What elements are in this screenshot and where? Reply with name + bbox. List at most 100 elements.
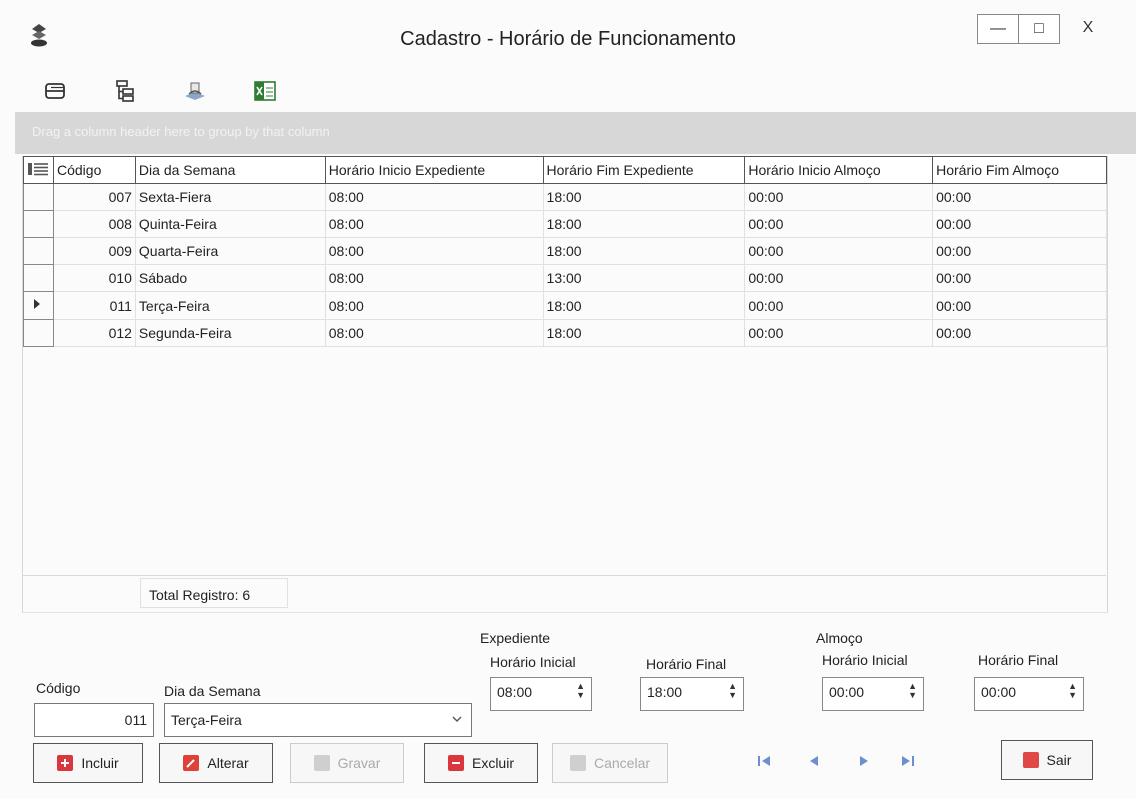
grid-icon[interactable] — [40, 76, 70, 106]
incluir-label: Incluir — [81, 755, 119, 771]
table-row[interactable]: 008 Quinta-Feira 08:00 18:00 00:00 00:00 — [23, 210, 1107, 238]
cell-codigo: 009 — [52, 237, 136, 265]
maximize-button[interactable]: □ — [1019, 14, 1060, 44]
cell-fim-expediente: 18:00 — [542, 237, 746, 265]
cell-fim-expediente: 18:00 — [542, 183, 746, 211]
window-title: Cadastro - Horário de Funcionamento — [400, 28, 736, 50]
alterar-label: Alterar — [207, 755, 249, 771]
cell-inicio-almoco: 00:00 — [744, 210, 934, 238]
table-row[interactable]: 012 Segunda-Feira 08:00 18:00 00:00 00:0… — [23, 319, 1107, 347]
table-row[interactable]: 010 Sábado 08:00 13:00 00:00 00:00 — [23, 264, 1107, 292]
cell-fim-almoco: 00:00 — [932, 319, 1107, 347]
data-grid[interactable]: Código Dia da Semana Horário Inicio Expe… — [22, 156, 1108, 613]
column-header-inicio-expediente[interactable]: Horário Inicio Expediente — [324, 156, 544, 184]
alterar-button[interactable]: Alterar — [159, 743, 273, 783]
cell-inicio-expediente: 08:00 — [324, 319, 544, 347]
column-header-fim-almoco[interactable]: Horário Fim Almoço — [932, 156, 1107, 184]
plus-icon — [57, 755, 74, 771]
grid-header-row: Código Dia da Semana Horário Inicio Expe… — [23, 156, 1107, 184]
cancel-icon — [569, 755, 586, 771]
cell-fim-expediente: 18:00 — [542, 291, 746, 320]
dia-semana-value: Terça-Feira — [171, 712, 242, 728]
cell-fim-almoco: 00:00 — [932, 237, 1107, 265]
column-chooser-icon[interactable] — [23, 156, 54, 184]
codigo-value: 011 — [124, 712, 147, 728]
gravar-button[interactable]: Gravar — [290, 743, 404, 783]
column-header-codigo[interactable]: Código — [52, 156, 136, 184]
cancelar-button[interactable]: Cancelar — [552, 743, 668, 783]
alm-horario-final-value: 00:00 — [981, 684, 1017, 700]
toolbar — [40, 74, 280, 108]
cell-dia: Sexta-Fiera — [134, 183, 326, 211]
previous-record-icon[interactable] — [806, 754, 822, 771]
column-header-inicio-almoco[interactable]: Horário Inicio Almoço — [744, 156, 934, 184]
cell-inicio-expediente: 08:00 — [324, 183, 544, 211]
cell-inicio-expediente: 08:00 — [324, 237, 544, 265]
alm-horario-inicial-label: Horário Inicial — [822, 652, 908, 668]
table-row[interactable]: 007 Sexta-Fiera 08:00 18:00 00:00 00:00 — [23, 183, 1107, 211]
spin-arrows-icon[interactable]: ▲ ▼ — [1068, 682, 1077, 700]
cell-fim-almoco: 00:00 — [932, 210, 1107, 238]
minus-icon — [447, 755, 464, 771]
sair-label: Sair — [1046, 752, 1072, 768]
cell-codigo: 007 — [52, 183, 136, 211]
first-record-icon[interactable] — [756, 754, 772, 771]
row-indicator[interactable] — [23, 264, 54, 292]
alm-horario-final-spinner[interactable]: 00:00 ▲ ▼ — [974, 677, 1084, 711]
chevron-down-icon[interactable] — [451, 710, 463, 731]
cell-inicio-expediente: 08:00 — [324, 264, 544, 292]
table-row-selected[interactable]: 011 Terça-Feira 08:00 18:00 00:00 00:00 — [23, 291, 1107, 320]
row-indicator[interactable] — [23, 237, 54, 265]
cell-inicio-expediente: 08:00 — [324, 210, 544, 238]
spin-arrows-icon[interactable]: ▲ ▼ — [908, 682, 917, 700]
cell-fim-almoco: 00:00 — [932, 264, 1107, 292]
row-indicator[interactable] — [23, 319, 54, 347]
row-indicator[interactable] — [23, 210, 54, 238]
minimize-button[interactable]: — — [977, 14, 1019, 44]
column-header-fim-expediente[interactable]: Horário Fim Expediente — [542, 156, 746, 184]
exp-horario-final-value: 18:00 — [647, 684, 683, 700]
exp-horario-inicial-value: 08:00 — [497, 684, 533, 700]
close-button[interactable]: X — [1060, 14, 1116, 42]
cell-fim-expediente: 18:00 — [542, 319, 746, 347]
total-records-label: Total Registro: 6 — [149, 587, 251, 603]
group-by-panel[interactable]: Drag a column header here to group by th… — [15, 112, 1136, 154]
codigo-field[interactable]: 011 — [34, 703, 154, 737]
cell-dia: Terça-Feira — [134, 291, 326, 320]
column-header-dia-semana[interactable]: Dia da Semana — [134, 156, 326, 184]
alm-horario-inicial-value: 00:00 — [829, 684, 865, 700]
almoco-label: Almoço — [816, 630, 863, 646]
last-record-icon[interactable] — [900, 754, 916, 771]
grid-table: Código Dia da Semana Horário Inicio Expe… — [23, 156, 1107, 347]
alm-horario-inicial-spinner[interactable]: 00:00 ▲ ▼ — [822, 677, 924, 711]
excel-icon[interactable] — [250, 76, 280, 106]
sair-button[interactable]: Sair — [1001, 740, 1093, 780]
print-icon[interactable] — [180, 76, 210, 106]
excluir-button[interactable]: Excluir — [424, 743, 538, 783]
row-indicator[interactable] — [23, 183, 54, 211]
alm-horario-final-label: Horário Final — [978, 652, 1059, 668]
row-indicator[interactable] — [23, 291, 54, 320]
cell-inicio-expediente: 08:00 — [324, 291, 544, 320]
total-records: Total Registro: 6 — [140, 578, 288, 608]
cell-dia: Sábado — [134, 264, 326, 292]
edit-icon — [183, 755, 200, 771]
codigo-label: Código — [36, 680, 81, 696]
exp-horario-inicial-spinner[interactable]: 08:00 ▲ ▼ — [490, 677, 592, 711]
exp-horario-inicial-label: Horário Inicial — [490, 654, 576, 670]
spin-arrows-icon[interactable]: ▲ ▼ — [728, 682, 737, 700]
main-window: Cadastro - Horário de Funcionamento — □ … — [0, 0, 1136, 799]
cell-fim-almoco: 00:00 — [932, 183, 1107, 211]
exp-horario-final-spinner[interactable]: 18:00 ▲ ▼ — [640, 677, 744, 711]
table-row[interactable]: 009 Quarta-Feira 08:00 18:00 00:00 00:00 — [23, 237, 1107, 265]
dia-semana-select[interactable]: Terça-Feira — [164, 703, 472, 737]
tree-icon[interactable] — [110, 76, 140, 106]
spin-arrows-icon[interactable]: ▲ ▼ — [576, 682, 585, 700]
title-bar: Cadastro - Horário de Funcionamento — □ … — [0, 0, 1136, 70]
exit-icon — [1022, 752, 1039, 768]
incluir-button[interactable]: Incluir — [33, 743, 143, 783]
next-record-icon[interactable] — [856, 754, 872, 771]
grid-footer: Total Registro: 6 — [22, 575, 1106, 612]
cell-codigo: 012 — [52, 319, 136, 347]
cell-codigo: 010 — [52, 264, 136, 292]
